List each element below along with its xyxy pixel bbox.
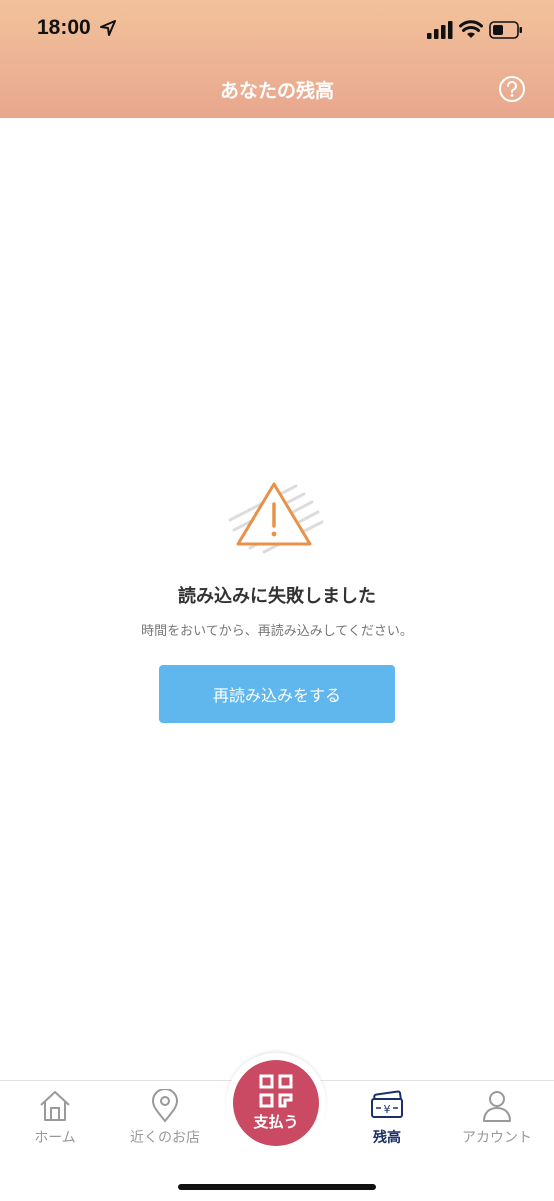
status-time: 18:00 xyxy=(37,16,91,39)
pay-label: 支払う xyxy=(253,1113,299,1131)
page-title: あなたの残高 xyxy=(219,80,334,102)
error-title: 読み込みに失敗しました xyxy=(178,586,376,607)
home-icon xyxy=(40,1091,70,1121)
tab-balance-label: 残高 xyxy=(373,1130,401,1146)
tab-account-label: アカウント xyxy=(462,1130,532,1146)
battery-icon xyxy=(489,21,522,39)
pay-button[interactable]: 支払う xyxy=(233,1060,319,1146)
tab-bar: ホーム 近くのお店 支払う ¥ 残高 アカウント xyxy=(0,1053,554,1201)
wallet-icon: ¥ xyxy=(371,1090,403,1118)
location-arrow-icon xyxy=(100,20,116,36)
signal-icon xyxy=(427,21,453,39)
tab-home-label: ホーム xyxy=(34,1130,76,1146)
person-icon xyxy=(483,1091,511,1122)
tab-nearby-stores[interactable]: 近くのお店 xyxy=(110,1081,220,1161)
tab-balance[interactable]: ¥ 残高 xyxy=(332,1081,442,1161)
app-header: 18:00 あなたの残高 xyxy=(0,0,554,118)
wifi-icon xyxy=(459,20,483,38)
tab-nearby-label: 近くのお店 xyxy=(130,1130,200,1146)
svg-text:¥: ¥ xyxy=(384,1103,391,1116)
warning-icon xyxy=(228,482,324,554)
home-indicator[interactable] xyxy=(178,1184,376,1190)
map-pin-icon xyxy=(151,1089,179,1123)
tab-account[interactable]: アカウント xyxy=(442,1081,552,1161)
status-bar: 18:00 xyxy=(0,0,554,60)
tab-home[interactable]: ホーム xyxy=(0,1081,110,1161)
reload-button[interactable]: 再読み込みをする xyxy=(159,665,395,723)
qr-code-icon xyxy=(259,1074,293,1108)
help-icon[interactable] xyxy=(498,75,526,103)
error-description: 時間をおいてから、再読み込みしてください。 xyxy=(141,624,413,639)
